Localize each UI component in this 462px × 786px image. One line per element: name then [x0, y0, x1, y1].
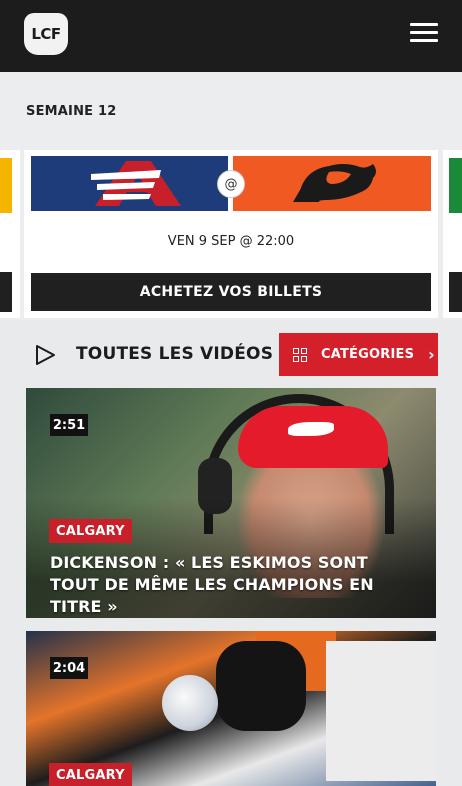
next-game-card[interactable] [443, 150, 462, 318]
video-duration: 2:51 [50, 414, 88, 436]
logo-text: LCF [31, 25, 61, 43]
categories-button[interactable]: CATÉGORIES › [279, 333, 438, 376]
buy-tickets-button[interactable]: ACHETEZ VOS BILLETS [31, 273, 431, 311]
videos-section-title: TOUTES LES VIDÉOS [76, 344, 274, 364]
game-date: VEN 9 SEP @ 22:00 [167, 234, 295, 249]
video-title[interactable]: DICKENSON : « LES ESKIMOS SONT TOUT DE M… [50, 552, 420, 618]
hamburger-menu-icon[interactable] [410, 23, 438, 43]
categories-label: CATÉGORIES [321, 347, 415, 362]
game-card[interactable]: @ VEN 9 SEP @ 22:00 ACHETEZ VOS BILLETS [24, 150, 438, 318]
week-label: SEMAINE 12 [26, 104, 117, 119]
video-card[interactable]: 2:51 CALGARY DICKENSON : « LES ESKIMOS S… [26, 388, 436, 618]
play-icon [34, 344, 56, 370]
video-card[interactable]: 2:04 CALGARY [26, 631, 436, 786]
top-bar: LCF [0, 0, 462, 72]
grid-icon [293, 347, 307, 362]
team-tag[interactable]: CALGARY [49, 763, 132, 786]
team-tag[interactable]: CALGARY [49, 519, 132, 543]
home-team-logo [31, 156, 228, 211]
previous-game-card[interactable] [0, 150, 20, 318]
away-team-logo [233, 156, 431, 211]
lcf-logo[interactable]: LCF [24, 13, 68, 55]
versus-badge: @ [217, 170, 245, 198]
video-duration: 2:04 [50, 657, 88, 679]
chevron-right-icon: › [428, 345, 435, 364]
